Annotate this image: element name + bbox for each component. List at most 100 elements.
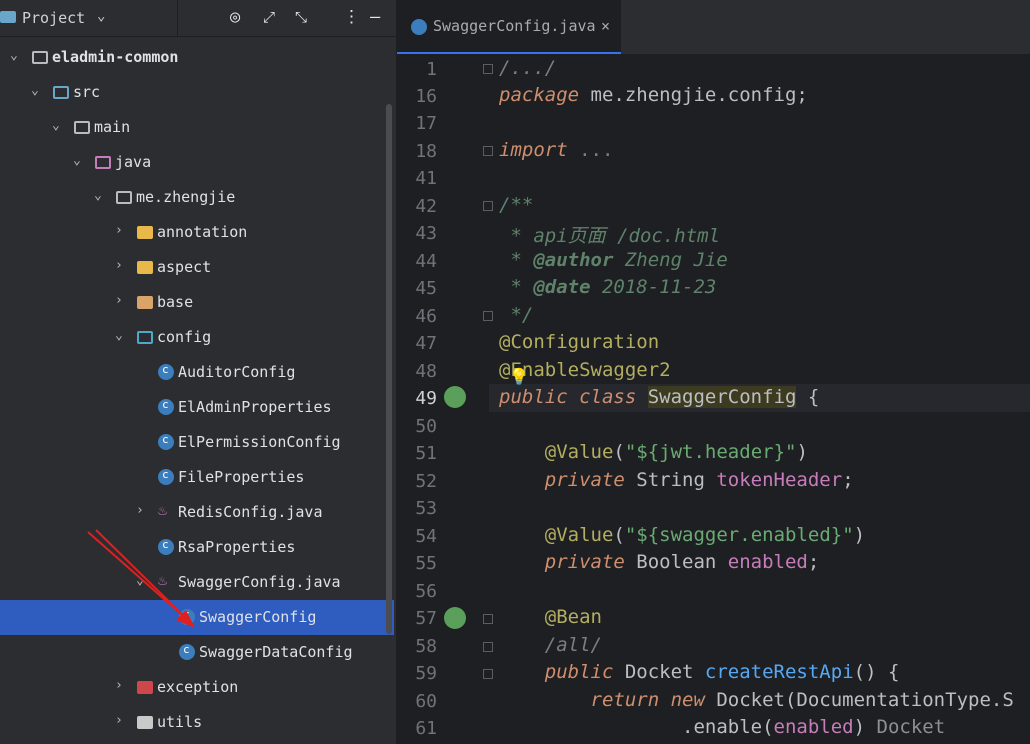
- code-line: * api页面 /doc.html: [499, 225, 721, 247]
- chevron-down-icon[interactable]: ⌄: [115, 328, 129, 343]
- tree-item-label: ElPermissionConfig: [178, 433, 341, 451]
- class-icon: [158, 363, 174, 380]
- class-icon: [158, 433, 174, 450]
- fold-marker-icon[interactable]: [483, 311, 493, 321]
- close-icon[interactable]: ×: [601, 17, 610, 35]
- target-icon[interactable]: ◎: [230, 6, 240, 28]
- fold-marker-icon[interactable]: [483, 64, 493, 74]
- spring-bean-gutter-icon[interactable]: [444, 607, 466, 629]
- code-line: /.../: [499, 57, 557, 79]
- code-line: * @author Zheng Jie: [499, 249, 728, 271]
- tree-row[interactable]: › base: [0, 285, 386, 320]
- more-icon[interactable]: ⋮: [343, 6, 360, 28]
- chevron-right-icon[interactable]: ›: [115, 223, 129, 238]
- package-icon: [137, 681, 153, 694]
- tree-row[interactable]: SwaggerDataConfig: [0, 635, 386, 670]
- fold-marker-icon[interactable]: [483, 669, 493, 679]
- tree-row[interactable]: › exception: [0, 670, 386, 705]
- tree-row[interactable]: ⌄ java: [0, 145, 386, 180]
- tab-swaggerconfig[interactable]: SwaggerConfig.java ×: [397, 0, 621, 54]
- code-line: * @date 2018-11-23: [499, 276, 717, 298]
- code-editor[interactable]: 1 16 17 18 41 42 43 44 45 46 47 48 49 50 51 52 53 54 55 56 5…: [397, 55, 1030, 744]
- minimize-icon[interactable]: —: [370, 6, 380, 28]
- line-number: 43: [415, 223, 437, 244]
- line-number: 61: [415, 718, 437, 739]
- project-scrollbar[interactable]: [386, 104, 392, 634]
- tree-item-label: config: [157, 328, 212, 346]
- tree-row[interactable]: ⌄ ♨ SwaggerConfig.java: [0, 565, 386, 600]
- chevron-right-icon[interactable]: ›: [115, 678, 129, 693]
- tree-item-label: RedisConfig.java: [178, 503, 323, 521]
- code-line: /all/: [544, 634, 602, 656]
- chevron-down-icon[interactable]: ⌄: [97, 8, 105, 24]
- line-number: 57: [415, 608, 437, 629]
- fold-marker-icon[interactable]: [483, 201, 493, 211]
- code-line: public Docket createRestApi() {: [544, 661, 900, 683]
- tab-label: SwaggerConfig.java: [433, 17, 596, 35]
- tree-row[interactable]: ⌄ me.zhengjie: [0, 180, 386, 215]
- chevron-down-icon[interactable]: ⌄: [10, 48, 24, 63]
- folder-icon: [74, 121, 90, 134]
- chevron-down-icon[interactable]: ⌄: [73, 153, 87, 168]
- tree-item-label: annotation: [157, 223, 248, 241]
- tree-row[interactable]: ⌄ config: [0, 320, 386, 355]
- chevron-right-icon[interactable]: ›: [115, 293, 129, 308]
- chevron-down-icon[interactable]: ⌄: [94, 188, 108, 203]
- tree-row[interactable]: › aspect: [0, 250, 386, 285]
- chevron-down-icon[interactable]: ⌄: [31, 83, 45, 98]
- tree-row[interactable]: FileProperties: [0, 460, 386, 495]
- lightbulb-icon[interactable]: 💡: [509, 367, 529, 386]
- fold-marker-icon[interactable]: [483, 614, 493, 624]
- line-number: 16: [415, 86, 437, 107]
- line-number: 52: [415, 471, 437, 492]
- tree-row[interactable]: ⌄ src: [0, 75, 386, 110]
- tree-item-label: java: [115, 153, 152, 171]
- tree-item-label: eladmin-common: [52, 48, 179, 66]
- chevron-down-icon[interactable]: ⌄: [52, 118, 66, 133]
- fold-marker-icon[interactable]: [483, 642, 493, 652]
- class-icon: [179, 643, 195, 660]
- ide-window: Project ⌄ ◎ ⤢ ⤡ ⋮ — ⌄ eladmin-common ⌄ src ⌄…: [0, 0, 1030, 744]
- tree-item-label: SwaggerConfig.java: [178, 573, 341, 591]
- fold-marker-icon[interactable]: [483, 146, 493, 156]
- tree-row[interactable]: AuditorConfig: [0, 355, 386, 390]
- code-line: @Value("${jwt.header}"): [544, 441, 808, 463]
- tree-row[interactable]: › utils: [0, 705, 386, 740]
- code-line: @Bean: [544, 606, 602, 628]
- tree-row[interactable]: RsaProperties: [0, 530, 386, 565]
- tree-item-label: src: [73, 83, 101, 101]
- spring-bean-gutter-icon[interactable]: [444, 386, 466, 408]
- tree-row[interactable]: › ♨ RedisConfig.java: [0, 495, 386, 530]
- package-icon: [137, 296, 153, 309]
- tree-row[interactable]: SwaggerConfig: [0, 600, 394, 635]
- tree-item-label: utils: [157, 713, 203, 731]
- chevron-right-icon[interactable]: ›: [136, 503, 150, 518]
- expand-icon[interactable]: ⤢: [263, 6, 275, 28]
- tree-row[interactable]: ⌄ main: [0, 110, 386, 145]
- code-line: /**: [499, 194, 534, 216]
- code-line: return new Docket(DocumentationType.S: [590, 689, 1014, 711]
- chevron-down-icon[interactable]: ⌄: [136, 573, 150, 588]
- project-title[interactable]: Project: [22, 9, 85, 27]
- code-line: @Configuration: [499, 331, 660, 353]
- editor-tab-bar: SwaggerConfig.java ×: [397, 0, 1030, 55]
- line-number: 59: [415, 663, 437, 684]
- tree-row[interactable]: ElPermissionConfig: [0, 425, 386, 460]
- collapse-icon[interactable]: ⤡: [295, 6, 307, 28]
- line-number: 18: [415, 141, 437, 162]
- tree-item-label: aspect: [157, 258, 212, 276]
- line-number: 42: [415, 196, 437, 217]
- tree-row[interactable]: › annotation: [0, 215, 386, 250]
- tree-row[interactable]: ⌄ eladmin-common: [0, 40, 386, 75]
- line-number: 46: [415, 306, 437, 327]
- class-icon: [179, 608, 195, 625]
- line-number: 53: [415, 498, 437, 519]
- tree-row[interactable]: ElAdminProperties: [0, 390, 386, 425]
- line-number: 51: [415, 443, 437, 464]
- chevron-right-icon[interactable]: ›: [115, 713, 129, 728]
- tree-item-label: me.zhengjie: [136, 188, 236, 206]
- code-line: .enable(enabled) Docket: [499, 716, 946, 738]
- project-folder-icon: [0, 11, 16, 23]
- package-icon: [137, 226, 153, 239]
- chevron-right-icon[interactable]: ›: [115, 258, 129, 273]
